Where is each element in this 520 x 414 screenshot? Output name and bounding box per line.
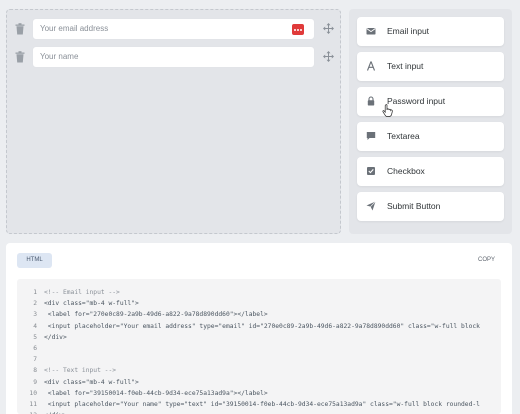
name-field-placeholder: Your name [40, 52, 79, 61]
line-number: 4 [33, 322, 37, 330]
code-text: <input placeholder="Your name" type="tex… [44, 401, 480, 408]
line-number: 12 [17, 410, 37, 414]
code-text: <label for="39150014-f0eb-44cb-9d34-ece7… [44, 389, 268, 397]
code-line: 1 <!-- Email input --> [17, 287, 501, 298]
palette-item-label: Password input [387, 96, 446, 106]
palette-item-label: Checkbox [387, 166, 425, 176]
line-number: 2 [33, 300, 37, 308]
palette-item-label: Email input [387, 26, 430, 36]
code-text: <input placeholder="Your email address" … [44, 322, 480, 330]
form-field-row[interactable]: Your email address [7, 18, 342, 40]
code-text: <!-- Text input --> [44, 367, 117, 375]
palette-item-textarea[interactable]: Textarea [357, 122, 504, 151]
code-line: 9 <div class="mb-4 w-full"> [17, 377, 501, 388]
code-line: 10 <label for="39150014-f0eb-44cb-9d34-e… [17, 388, 501, 399]
code-text: <label for="270e0c89-2a9b-49d6-a822-9a78… [44, 311, 268, 319]
code-line: 4 <input placeholder="Your email address… [17, 321, 501, 332]
code-panel: HTML COPY 1 <!-- Email input --> 2 <div cla… [6, 243, 512, 414]
form-field-row[interactable]: Your name [7, 46, 342, 68]
code-text: <div class="mb-4 w-full"> [44, 300, 139, 308]
code-line: 2 <div class="mb-4 w-full"> [17, 298, 501, 309]
palette-item-text-input[interactable]: Text input [357, 52, 504, 81]
form-canvas[interactable]: Your email address Your name [6, 9, 341, 234]
line-number: 10 [29, 389, 37, 397]
text-icon [366, 61, 376, 71]
code-line: 6 [17, 343, 501, 354]
lock-icon [367, 96, 375, 106]
line-number: 5 [33, 333, 37, 341]
palette-item-submit-button[interactable]: Submit Button [357, 192, 504, 221]
trash-icon[interactable] [15, 23, 25, 35]
move-icon[interactable] [323, 23, 334, 34]
code-text: </div> [44, 333, 67, 341]
email-field-placeholder: Your email address [40, 24, 109, 33]
code-line: 12</div> [17, 410, 501, 414]
tab-html[interactable]: HTML [17, 253, 52, 268]
palette-item-label: Submit Button [387, 201, 441, 211]
code-text: <!-- Email input --> [44, 289, 120, 296]
code-line: 3 <label for="270e0c89-2a9b-49d6-a822-9a… [17, 309, 501, 320]
email-field[interactable]: Your email address [32, 18, 315, 40]
line-number: 8 [33, 367, 37, 375]
line-number: 9 [33, 378, 37, 386]
code-line: 7 [17, 354, 501, 365]
code-line: 8 <!-- Text input --> [17, 365, 501, 376]
speech-bubble-icon [366, 132, 376, 140]
palette-item-label: Textarea [387, 131, 420, 141]
copy-button[interactable]: COPY [478, 257, 495, 263]
envelope-icon [366, 28, 376, 35]
code-line: 11 <input placeholder="Your name" type="… [17, 399, 501, 410]
code-text: <div class="mb-4 w-full"> [44, 378, 139, 386]
component-palette: Email input Text input Password input Te… [349, 9, 512, 234]
palette-item-email-input[interactable]: Email input [357, 17, 504, 46]
checkbox-icon [367, 167, 375, 175]
line-number: 11 [29, 401, 37, 408]
name-field[interactable]: Your name [32, 46, 315, 68]
code-line: 5 </div> [17, 332, 501, 343]
code-block[interactable]: 1 <!-- Email input --> 2 <div class="mb-4 w… [17, 279, 501, 414]
palette-item-label: Text input [387, 61, 424, 71]
hand-cursor-icon [382, 104, 393, 117]
line-number: 1 [33, 289, 37, 296]
move-icon[interactable] [323, 51, 334, 62]
palette-item-password-input[interactable]: Password input [357, 87, 504, 116]
line-number: 6 [33, 345, 37, 352]
line-number: 7 [33, 356, 37, 364]
trash-icon[interactable] [15, 51, 25, 63]
password-manager-icon[interactable] [292, 24, 304, 35]
paper-plane-icon [366, 201, 376, 211]
line-number: 3 [33, 311, 37, 319]
palette-item-checkbox[interactable]: Checkbox [357, 157, 504, 186]
